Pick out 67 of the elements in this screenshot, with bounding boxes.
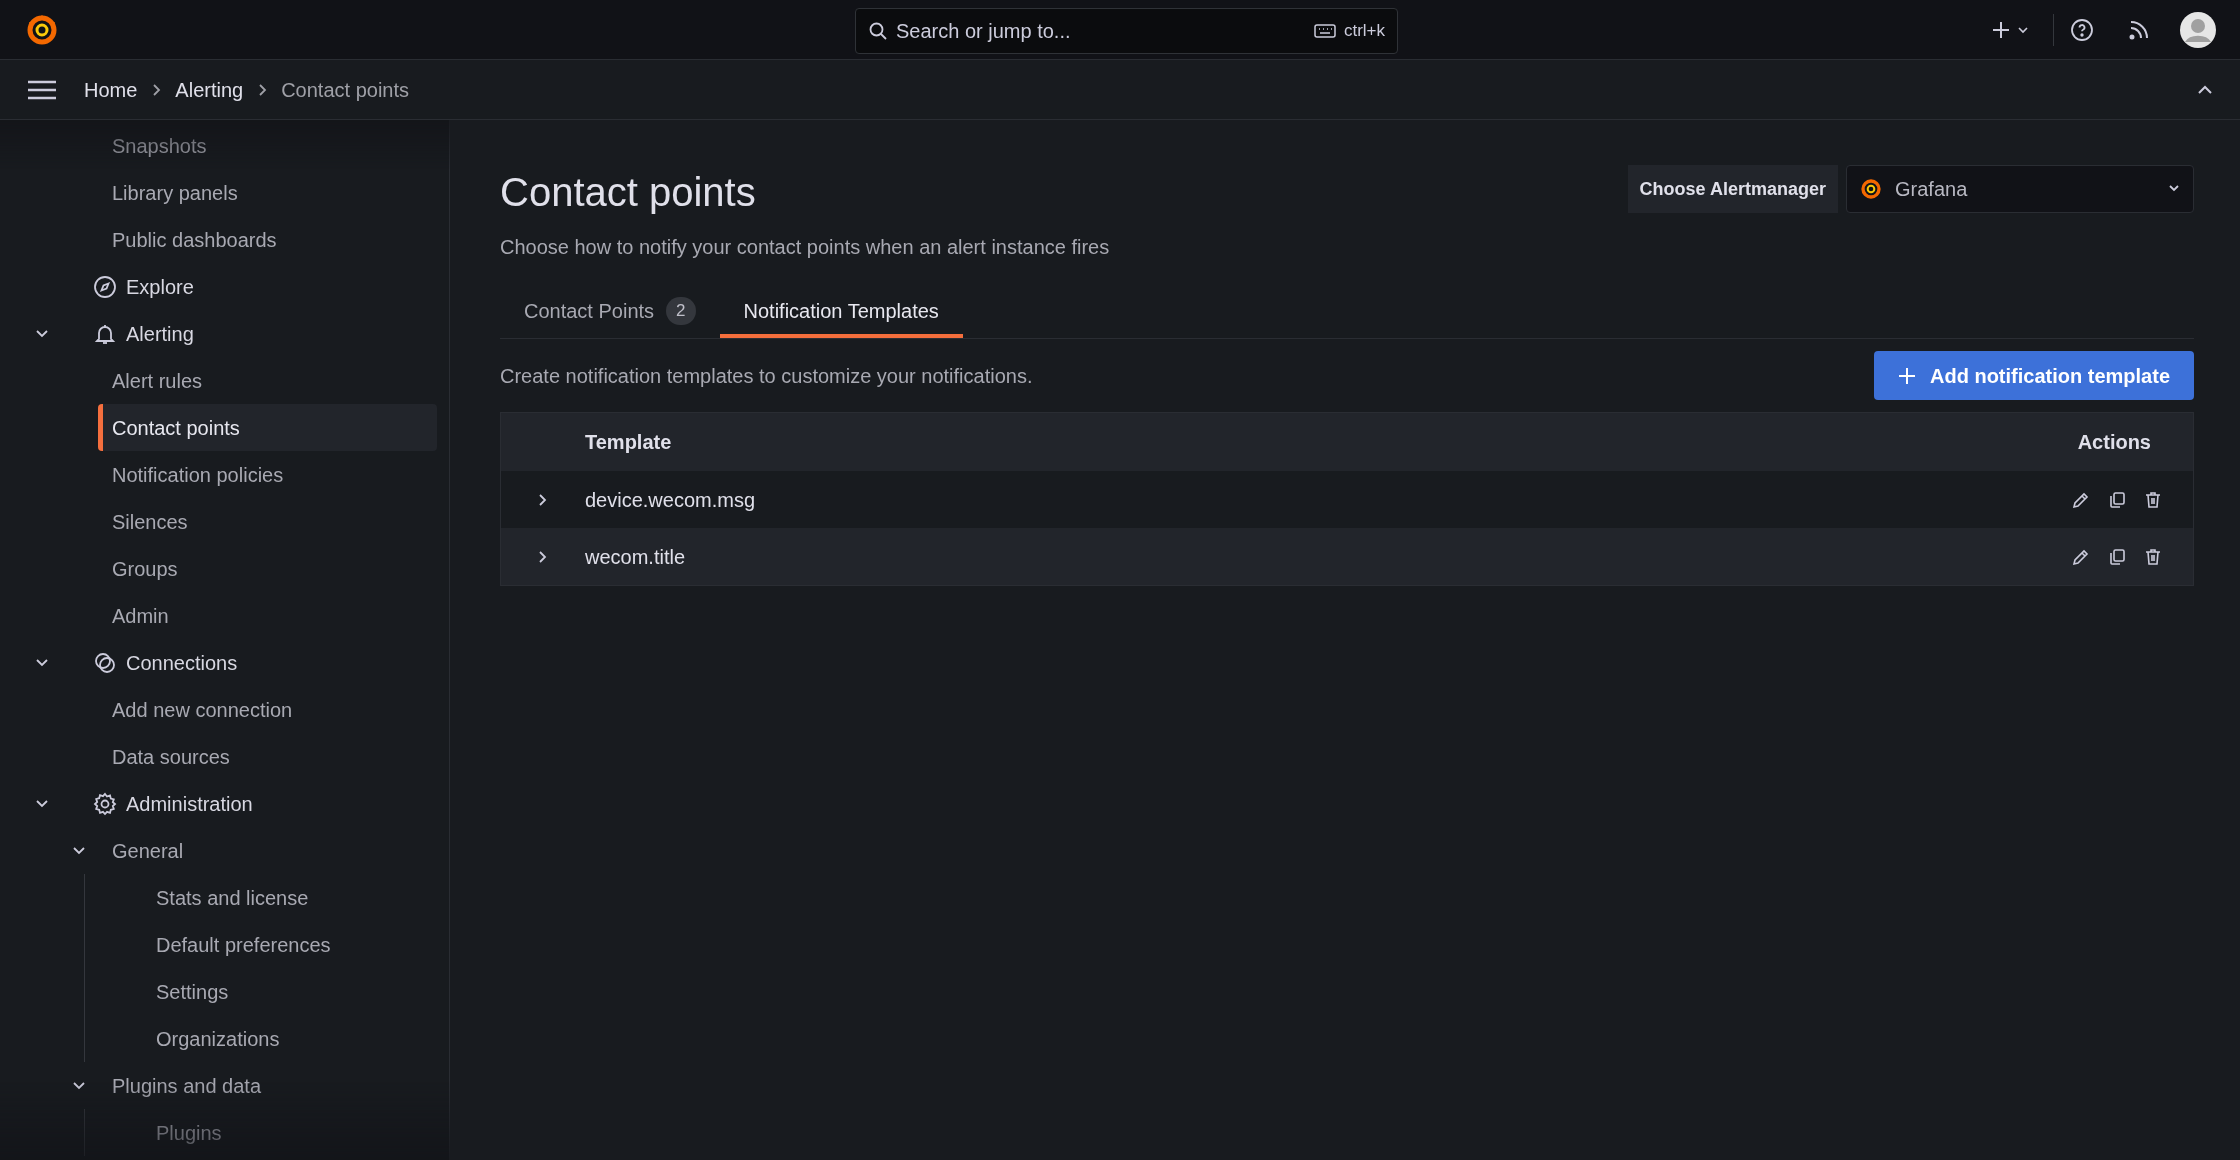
- sidebar-item[interactable]: Groups: [112, 545, 437, 592]
- copy-icon[interactable]: [2107, 489, 2127, 510]
- rss-icon[interactable]: [2128, 18, 2150, 41]
- sidebar-item[interactable]: Admin: [112, 592, 437, 639]
- breadcrumb-current[interactable]: Contact points: [281, 74, 410, 105]
- caret-icon: [2167, 184, 2181, 194]
- shortcut-hint: ctrl+k: [1343, 20, 1385, 43]
- chevron-right-icon: [257, 82, 268, 97]
- sidebar-item[interactable]: Connections: [126, 639, 437, 686]
- alertmanager-select[interactable]: Grafana: [1846, 165, 2194, 213]
- chevron-down-icon[interactable]: [35, 657, 49, 668]
- trash-icon[interactable]: [2143, 546, 2163, 567]
- help-icon[interactable]: [2070, 17, 2094, 42]
- table-cell-text: device.wecom.msg: [585, 487, 757, 513]
- search-icon: [868, 21, 888, 41]
- rings-icon: [93, 650, 117, 675]
- tab[interactable]: Contact Points 2: [500, 288, 720, 338]
- page-subtitle: Choose how to notify your contact points when an alert instance fires: [500, 235, 1110, 260]
- sidebar-item[interactable]: Stats and license: [156, 874, 437, 921]
- breadcrumb-link[interactable]: Alerting: [175, 74, 244, 105]
- count-badge: 2: [666, 297, 696, 325]
- compass-icon: [93, 274, 117, 299]
- chevron-down-icon[interactable]: [72, 845, 86, 856]
- trash-icon[interactable]: [2143, 489, 2163, 510]
- table-cell-text: wecom.title: [585, 544, 687, 570]
- tab-description: Create notification templates to customize your notifications.: [500, 363, 1033, 389]
- logo-icon: [1859, 177, 1883, 201]
- sidebar-item[interactable]: General: [112, 827, 437, 874]
- sidebar-item[interactable]: Silences: [112, 498, 437, 545]
- keyboard-icon: [1313, 23, 1336, 39]
- gear-icon: [93, 791, 117, 816]
- sidebar-item[interactable]: Alerting: [126, 310, 437, 357]
- sidebar-item[interactable]: Data sources: [112, 733, 437, 780]
- copy-icon[interactable]: [2107, 546, 2127, 567]
- sidebar-item[interactable]: Notification policies: [112, 451, 437, 498]
- sidebar-item[interactable]: Add new connection: [112, 686, 437, 733]
- chevron-down-icon[interactable]: [35, 798, 49, 809]
- sidebar-item[interactable]: Alert rules: [112, 357, 437, 404]
- sidebar-item[interactable]: Public dashboards: [112, 216, 437, 263]
- search-field[interactable]: Search or jump to... ctrl+k: [855, 8, 1398, 54]
- page-title: Contact points: [500, 169, 757, 216]
- sidebar-item[interactable]: Plugins and data: [112, 1062, 437, 1109]
- chevron-right-icon[interactable]: [538, 492, 548, 507]
- sidebar-item[interactable]: Administration: [126, 780, 437, 827]
- search-input: Search or jump to...: [896, 16, 1306, 46]
- sidebar-item[interactable]: Default preferences: [156, 921, 437, 968]
- breadcrumb-link[interactable]: Home: [84, 74, 138, 105]
- add-template-button[interactable]: Add notification template: [1874, 351, 2194, 400]
- plus-icon: [1991, 19, 2011, 40]
- chevron-down-icon[interactable]: [72, 1080, 86, 1091]
- plus-icon: [1898, 366, 1916, 385]
- sidebar-item[interactable]: Settings: [156, 968, 437, 1015]
- sidebar-item[interactable]: Library panels: [112, 169, 437, 216]
- chevron-right-icon[interactable]: [538, 549, 548, 564]
- collapse-icon[interactable]: [2196, 83, 2214, 96]
- chevron-down-icon[interactable]: [35, 328, 49, 339]
- alertmanager-label: Choose Alertmanager: [1627, 165, 1838, 213]
- sidebar-item[interactable]: Snapshots: [112, 122, 437, 169]
- chevron-right-icon: [151, 82, 162, 97]
- tab[interactable]: Notification Templates: [719, 288, 963, 338]
- column-header: Template: [585, 430, 673, 455]
- column-header: Actions: [2077, 430, 2152, 455]
- avatar-icon[interactable]: [2180, 11, 2216, 48]
- sidebar-item[interactable]: Contact points: [98, 404, 437, 451]
- sidebar-item[interactable]: Organizations: [156, 1015, 437, 1062]
- sidebar-item[interactable]: Explore: [126, 263, 437, 310]
- menu-icon[interactable]: [26, 78, 58, 101]
